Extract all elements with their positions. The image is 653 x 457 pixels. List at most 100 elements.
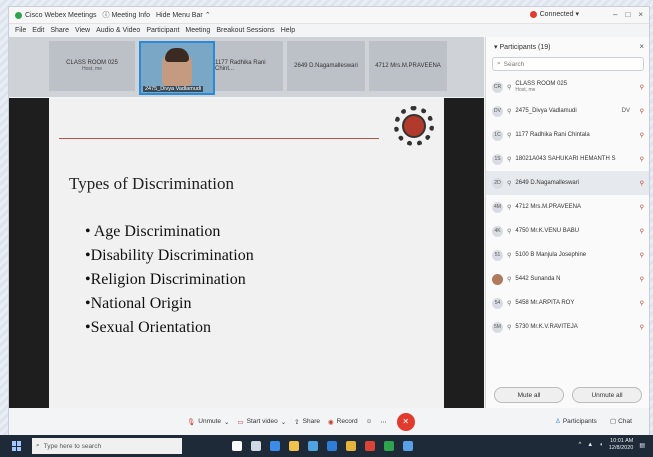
participant-row[interactable]: 54 ⚲ 5458 Mr.ARPITA ROY ⚲ xyxy=(486,291,649,315)
participant-row[interactable]: 1C ⚲ 1177 Radhika Rani Chintala ⚲ xyxy=(486,123,649,147)
windows-start-button[interactable] xyxy=(12,441,22,451)
unmute-label: Unmute xyxy=(198,418,222,425)
menu-meeting[interactable]: Meeting xyxy=(185,27,210,34)
maximize-button[interactable]: □ xyxy=(625,10,630,19)
video-tile-host[interactable]: CLASS ROOM 025 Host, me xyxy=(49,41,135,91)
muted-icon[interactable]: ⚲ xyxy=(640,300,644,307)
unmute-button[interactable]: 🎙 Unmute ⌄ xyxy=(187,418,229,426)
muted-icon[interactable]: ⚲ xyxy=(640,84,644,91)
participant-row[interactable]: 5M ⚲ 5730 Mr.K.V.RAVITEJA ⚲ xyxy=(486,315,649,339)
chevron-down-icon: ⌄ xyxy=(280,418,287,426)
close-panel-button[interactable]: × xyxy=(639,42,644,51)
muted-icon[interactable]: ⚲ xyxy=(640,156,644,163)
muted-icon[interactable]: ⚲ xyxy=(640,324,644,331)
volume-icon[interactable]: ◖ xyxy=(599,442,603,448)
chevron-down-icon: ⌄ xyxy=(224,418,230,426)
start-video-button[interactable]: ▭ Start video ⌄ xyxy=(237,418,286,426)
connection-status[interactable]: Connected ▾ xyxy=(529,10,579,18)
menu-help[interactable]: Help xyxy=(281,27,295,34)
participant-row[interactable]: CR ⚲ CLASS ROOM 025 Host, me ⚲ xyxy=(486,75,649,99)
start-video-label: Start video xyxy=(246,418,278,425)
more-icon: ⋯ xyxy=(380,418,387,426)
participant-row[interactable]: 2D ⚲ 2649 D.Nagamalleswari ⚲ xyxy=(486,171,649,195)
menu-audio-video[interactable]: Audio & Video xyxy=(96,27,140,34)
video-tile-self[interactable]: 2475_Divya Vadlamudi xyxy=(139,41,215,95)
store-icon[interactable] xyxy=(308,441,318,451)
muted-icon[interactable]: ⚲ xyxy=(640,228,644,235)
participants-title: Participants (19) xyxy=(499,43,551,51)
tray-chevron-icon[interactable]: ^ xyxy=(578,442,581,448)
mute-all-button[interactable]: Mute all xyxy=(494,387,564,403)
slide-title: Types of Discrimination xyxy=(69,174,235,193)
participant-row[interactable]: ⚲ 5442 Sunanda N ⚲ xyxy=(486,267,649,291)
share-button[interactable]: ⇪ Share xyxy=(294,418,320,426)
record-button[interactable]: ◉ Record xyxy=(328,418,358,426)
participant-role: Host, me xyxy=(515,87,536,93)
network-icon[interactable]: ▲ xyxy=(587,442,593,448)
menu-view[interactable]: View xyxy=(75,27,90,34)
participant-video xyxy=(162,48,192,86)
menu-edit[interactable]: Edit xyxy=(32,27,44,34)
edge-icon[interactable] xyxy=(270,441,280,451)
participant-name: 18021A043 SAHUKARI HEMANTH S xyxy=(515,156,616,162)
chat-toggle-button[interactable]: ▢ Chat xyxy=(610,417,632,426)
participant-info: 1177 Radhika Rani Chintala xyxy=(515,132,589,138)
end-meeting-button[interactable]: ✕ xyxy=(396,412,415,431)
windows-taskbar: ⌕ Type here to search ^ ▲ ◖ 10:01 AM 12/… xyxy=(0,435,653,457)
menu-participant[interactable]: Participant xyxy=(146,27,179,34)
participant-info: 5730 Mr.K.V.RAVITEJA xyxy=(515,324,577,330)
muted-icon[interactable]: ⚲ xyxy=(640,108,644,115)
app-title: Cisco Webex Meetings xyxy=(15,11,96,19)
participant-info: 2649 D.Nagamalleswari xyxy=(515,180,579,186)
participants-header[interactable]: ▾ Participants (19) xyxy=(494,43,551,52)
chevron-up-icon: ⌃ xyxy=(204,12,211,19)
meeting-info-label: Meeting Info xyxy=(111,11,150,19)
minimize-button[interactable]: – xyxy=(613,10,617,19)
webex-logo-icon xyxy=(15,11,22,19)
menu-share[interactable]: Share xyxy=(50,27,69,34)
video-tile[interactable]: 4712 Mrs.M.PRAVEENA xyxy=(369,41,447,91)
webex-taskbar-icon[interactable] xyxy=(384,441,394,451)
meeting-info-button[interactable]: ⓘ Meeting Info xyxy=(102,10,150,20)
muted-icon[interactable]: ⚲ xyxy=(640,180,644,187)
mail-icon[interactable] xyxy=(327,441,337,451)
institution-logo xyxy=(394,106,434,146)
folder-icon[interactable] xyxy=(346,441,356,451)
video-tile[interactable]: 1177 Radhika Rani Chint... xyxy=(215,41,283,91)
participant-search-input[interactable]: ⌕ Search xyxy=(492,57,644,71)
slide-bullets: • Age Discrimination •Disability Discrim… xyxy=(85,220,254,340)
notifications-icon[interactable]: ▤ xyxy=(639,442,645,449)
participant-name: 4750 Mr.K.VENU BABU xyxy=(515,228,580,234)
cortana-icon[interactable] xyxy=(232,441,242,451)
reactions-button[interactable]: ☺ xyxy=(366,418,373,425)
participant-row[interactable]: 1S ⚲ 18021A043 SAHUKARI HEMANTH S ⚲ xyxy=(486,147,649,171)
avatar: CR xyxy=(492,81,503,93)
menu-file[interactable]: File xyxy=(15,27,26,34)
participants-toggle-button[interactable]: ♙ Participants xyxy=(555,417,597,426)
muted-icon[interactable]: ⚲ xyxy=(640,204,644,211)
unmute-all-button[interactable]: Unmute all xyxy=(572,387,642,403)
participant-row[interactable]: DV ⚲ 2475_Divya Vadlamudi DV ⚲ xyxy=(486,99,649,123)
file-explorer-icon[interactable] xyxy=(289,441,299,451)
muted-icon[interactable]: ⚲ xyxy=(640,132,644,139)
video-tile[interactable]: 2649 D.Nagamalleswari xyxy=(287,41,365,91)
participants-panel: ▾ Participants (19) × ⌕ Search CR ⚲ CLASS … xyxy=(485,37,649,408)
muted-icon[interactable]: ⚲ xyxy=(640,276,644,283)
mic-icon: ⚲ xyxy=(507,84,512,91)
close-button[interactable]: × xyxy=(638,10,643,19)
app-icon[interactable] xyxy=(403,441,413,451)
participant-row[interactable]: 4K ⚲ 4750 Mr.K.VENU BABU ⚲ xyxy=(486,219,649,243)
clock[interactable]: 10:01 AM 12/8/2020 xyxy=(609,438,633,452)
participant-row[interactable]: 51 ⚲ 5100 B Manjula Josephine ⚲ xyxy=(486,243,649,267)
task-view-icon[interactable] xyxy=(251,441,261,451)
hide-menu-bar-button[interactable]: Hide Menu Bar ⌃ xyxy=(156,11,211,20)
participant-row[interactable]: 4M ⚲ 4712 Mrs.M.PRAVEENA ⚲ xyxy=(486,195,649,219)
taskbar-search-input[interactable]: ⌕ Type here to search xyxy=(32,438,182,454)
chrome-icon[interactable] xyxy=(365,441,375,451)
menu-breakout-sessions[interactable]: Breakout Sessions xyxy=(216,27,274,34)
more-options-button[interactable]: ⋯ xyxy=(380,418,387,426)
participant-info: 18021A043 SAHUKARI HEMANTH S xyxy=(515,156,615,162)
chevron-down-icon: ▾ xyxy=(494,44,498,51)
muted-icon[interactable]: ⚲ xyxy=(640,252,644,259)
mute-buttons: Mute all Unmute all xyxy=(494,387,642,403)
